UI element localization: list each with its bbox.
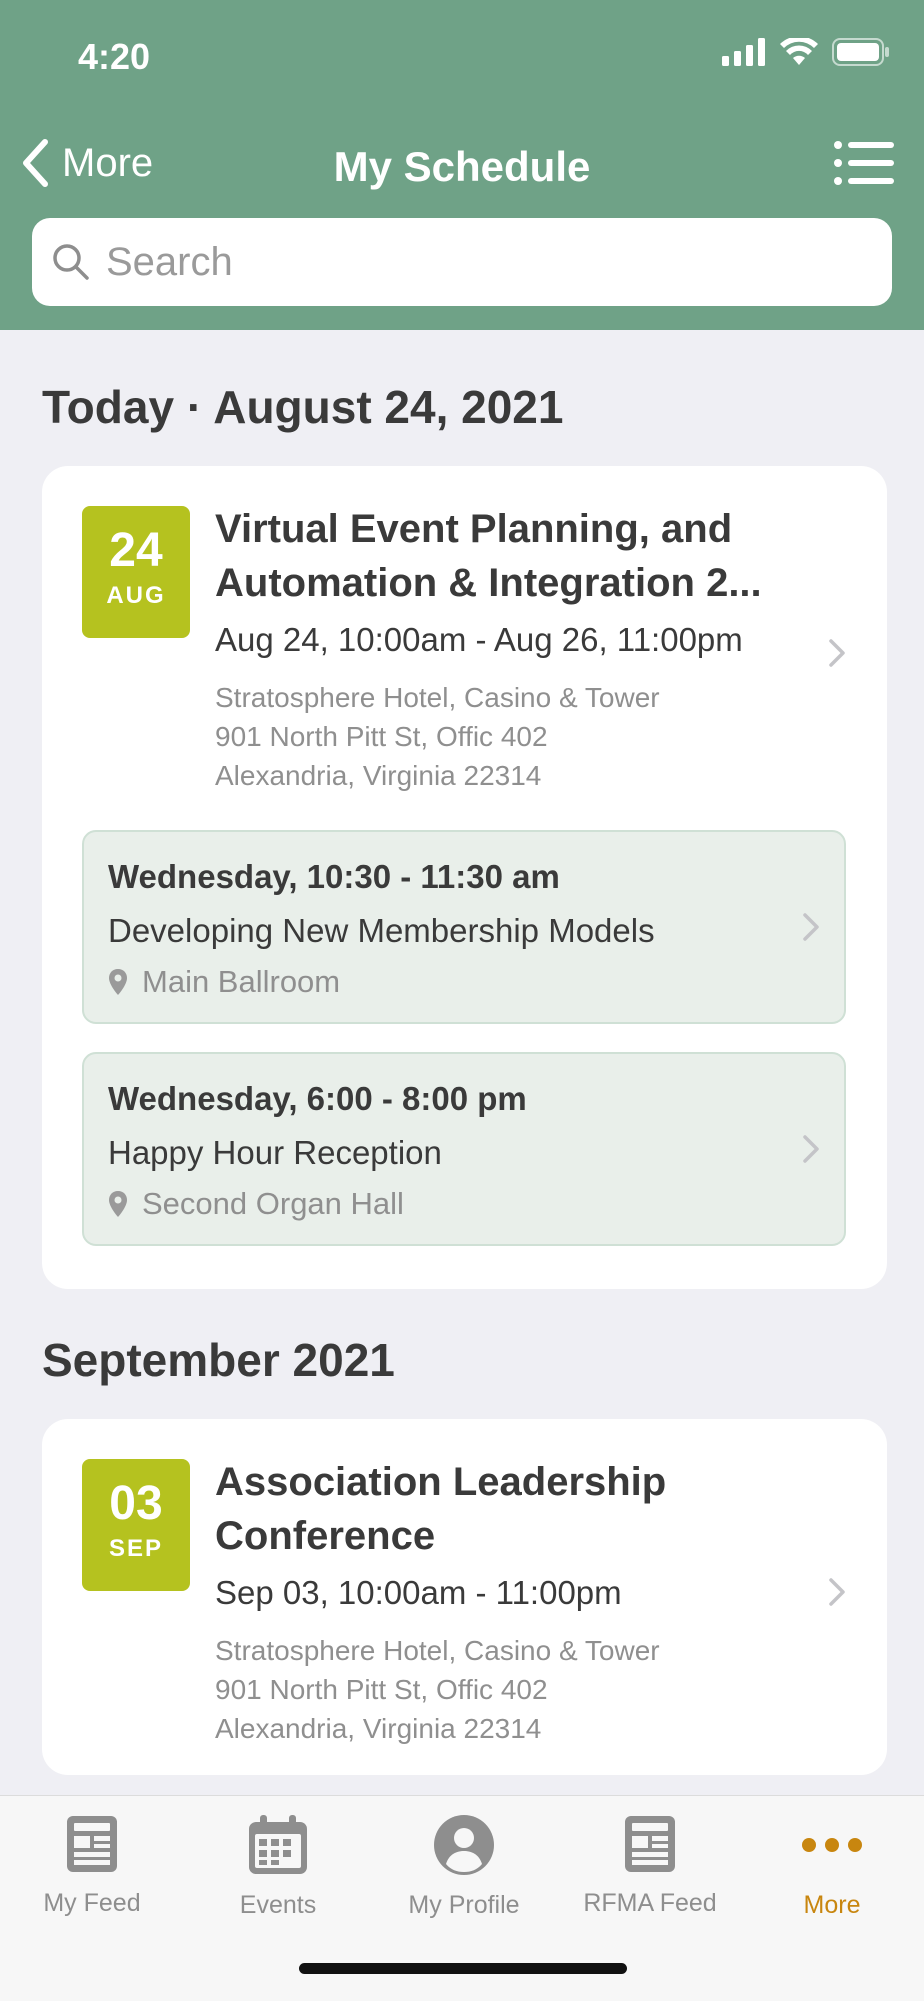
- tab-label: RFMA Feed: [583, 1889, 717, 1917]
- search-input[interactable]: [104, 238, 868, 286]
- badge-month: AUG: [106, 582, 166, 609]
- event-card: 24 AUG Virtual Event Planning, and Autom…: [42, 466, 887, 1289]
- list-icon: [834, 141, 894, 185]
- search-icon: [53, 244, 89, 280]
- header: 4:20 More My Schedule: [0, 0, 924, 330]
- search-bar[interactable]: [32, 218, 892, 306]
- status-time: 4:20: [78, 36, 151, 77]
- address-line: Alexandria, Virginia 22314: [215, 760, 542, 791]
- status-icons: [722, 38, 890, 66]
- tab-label: More: [803, 1891, 861, 1919]
- calendar-icon: [249, 1815, 307, 1874]
- date-badge: 24 AUG: [82, 506, 190, 638]
- session-name: Happy Hour Reception: [108, 1134, 442, 1171]
- home-indicator: [299, 1963, 627, 1974]
- more-icon: [802, 1838, 862, 1852]
- event-address: Stratosphere Hotel, Casino & Tower 901 N…: [215, 678, 660, 795]
- back-button[interactable]: More: [20, 138, 153, 188]
- event-title-line2: Automation & Integration 2...: [215, 561, 762, 605]
- session-time: Wednesday, 10:30 - 11:30 am: [108, 858, 560, 895]
- wifi-icon: [780, 38, 818, 65]
- badge-month: SEP: [108, 1535, 164, 1562]
- back-label: More: [62, 140, 154, 185]
- location-pin-icon: [109, 969, 127, 995]
- tab-events[interactable]: Events: [186, 1814, 370, 1920]
- chevron-right-icon[interactable]: [828, 638, 846, 668]
- feed-icon: [67, 1816, 117, 1872]
- session-location-label: Main Ballroom: [142, 964, 341, 999]
- signal-icon: [722, 38, 765, 66]
- list-menu-button[interactable]: [834, 140, 894, 191]
- event-address: Stratosphere Hotel, Casino & Tower 901 N…: [215, 1631, 660, 1748]
- tab-rfma-feed[interactable]: RFMA Feed: [558, 1814, 742, 1918]
- session-name: Developing New Membership Models: [108, 912, 655, 949]
- profile-icon: [434, 1815, 494, 1875]
- chevron-right-icon: [803, 913, 819, 941]
- badge-day: 24: [109, 524, 163, 577]
- event-title-line1: Association Leadership: [215, 1460, 667, 1504]
- tab-my-feed[interactable]: My Feed: [0, 1814, 184, 1918]
- feed-icon: [625, 1816, 675, 1872]
- session-item[interactable]: Wednesday, 6:00 - 8:00 pm Happy Hour Rec…: [82, 1052, 846, 1246]
- battery-icon: [832, 38, 889, 66]
- badge-day: 03: [109, 1477, 163, 1530]
- date-badge: 03 SEP: [82, 1459, 190, 1591]
- chevron-right-icon: [803, 1135, 819, 1163]
- section-title-september: September 2021: [42, 1334, 395, 1386]
- tab-label: My Feed: [43, 1889, 141, 1917]
- session-item[interactable]: Wednesday, 10:30 - 11:30 am Developing N…: [82, 830, 846, 1024]
- tab-label: My Profile: [408, 1891, 520, 1919]
- session-location-label: Second Organ Hall: [142, 1186, 404, 1221]
- section-title-today: Today · August 24, 2021: [42, 381, 564, 433]
- address-line: Stratosphere Hotel, Casino & Tower: [215, 1635, 660, 1666]
- address-line: Alexandria, Virginia 22314: [215, 1713, 542, 1744]
- event-title-line2: Conference: [215, 1514, 436, 1558]
- tab-label: Events: [239, 1891, 317, 1919]
- event-title[interactable]: Association Leadership Conference: [215, 1455, 835, 1563]
- tab-more[interactable]: More: [740, 1814, 924, 1920]
- event-time: Aug 24, 10:00am - Aug 26, 11:00pm: [215, 621, 743, 658]
- chevron-right-icon[interactable]: [828, 1577, 846, 1607]
- address-line: 901 North Pitt St, Offic 402: [215, 721, 548, 752]
- event-time: Sep 03, 10:00am - 11:00pm: [215, 1574, 622, 1611]
- session-time: Wednesday, 6:00 - 8:00 pm: [108, 1080, 527, 1117]
- address-line: 901 North Pitt St, Offic 402: [215, 1674, 548, 1705]
- chevron-left-icon: [23, 139, 48, 187]
- location-pin-icon: [109, 1191, 127, 1217]
- address-line: Stratosphere Hotel, Casino & Tower: [215, 682, 660, 713]
- session-location: Main Ballroom: [108, 964, 340, 1000]
- event-title-line1: Virtual Event Planning, and: [215, 507, 733, 551]
- session-location: Second Organ Hall: [108, 1186, 404, 1222]
- tab-my-profile[interactable]: My Profile: [372, 1814, 556, 1920]
- event-card[interactable]: 03 SEP Association Leadership Conference…: [42, 1419, 887, 1775]
- event-title[interactable]: Virtual Event Planning, and Automation &…: [215, 502, 835, 610]
